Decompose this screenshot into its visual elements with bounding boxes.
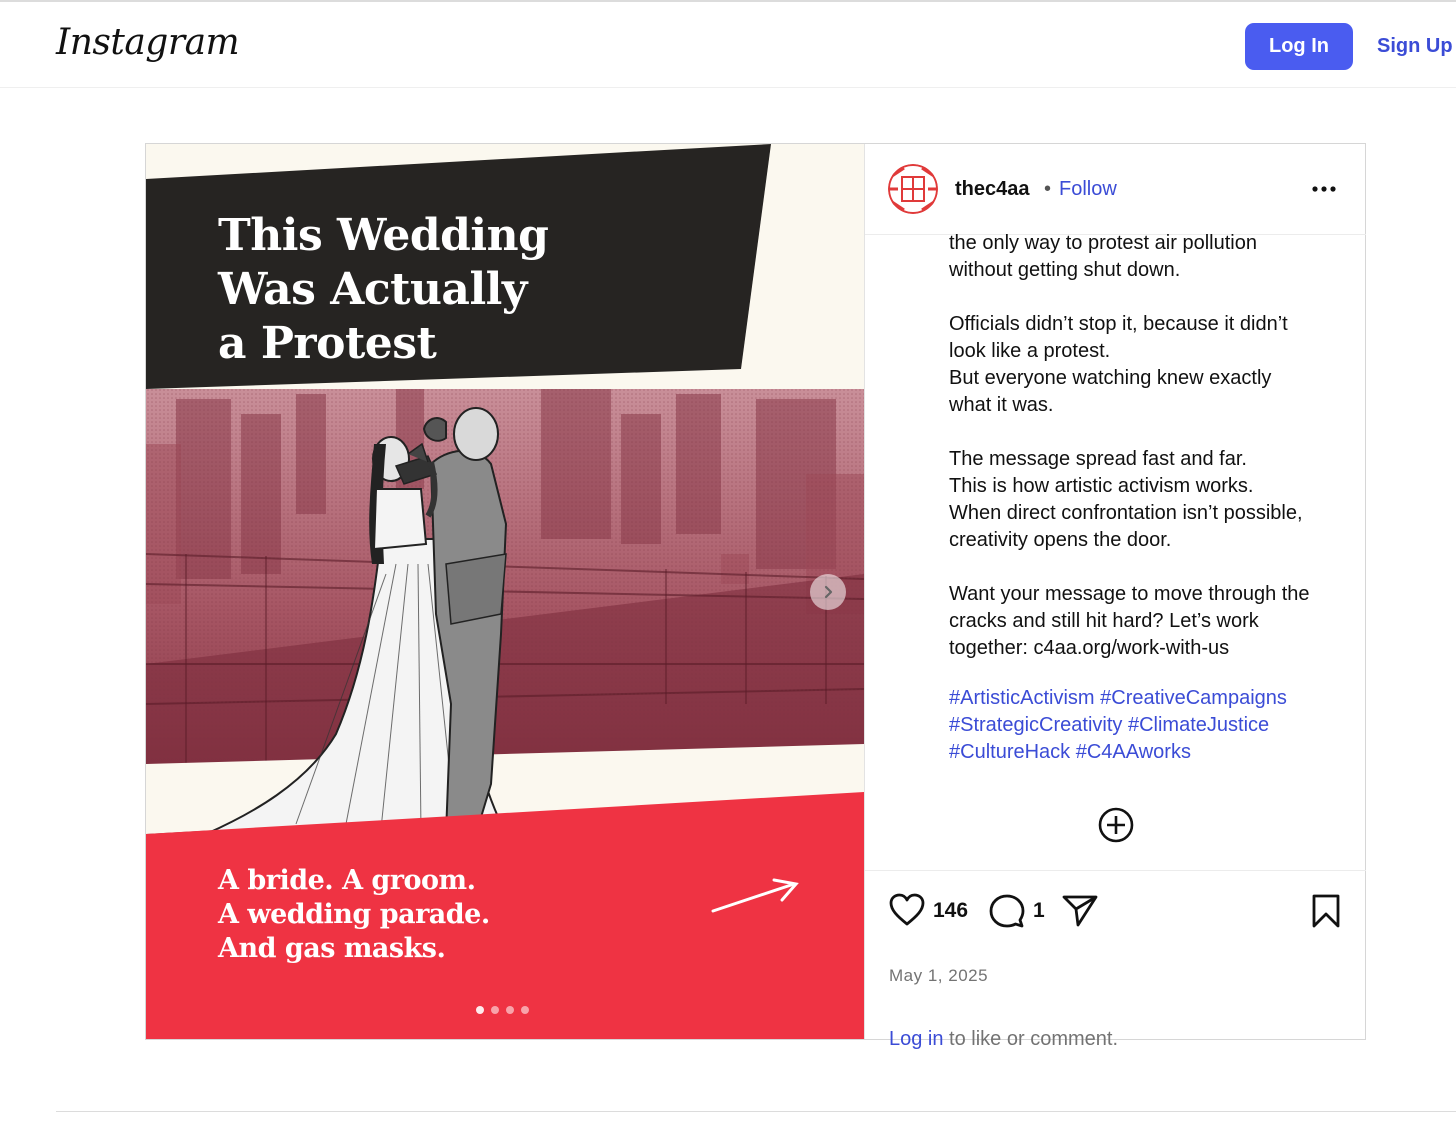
chevron-right-icon: [824, 585, 833, 599]
hashtag-link[interactable]: #CultureHack: [949, 741, 1070, 763]
caption-line: together: c4aa.org/work-with-us: [949, 637, 1230, 659]
separator-dot: •: [1044, 178, 1052, 200]
subline-line: And gas masks.: [218, 933, 446, 964]
carousel-dot: [506, 1006, 514, 1014]
hashtag-link[interactable]: #C4AAworks: [1076, 741, 1191, 763]
caption-line: When direct confrontation isn’t possible…: [949, 502, 1303, 524]
caption-line: But everyone watching knew exactly: [949, 367, 1272, 389]
plus-circle-icon: [1098, 807, 1134, 843]
post-card: This Wedding Was Actually a Protest A br…: [145, 143, 1366, 1050]
bookmark-icon: [1312, 894, 1340, 928]
caption-line: Want your message to move through the: [949, 583, 1310, 605]
post-subline: A bride. A groom. A wedding parade. And …: [218, 864, 638, 966]
caption-paragraph: The message spread fast and far. This is…: [949, 446, 1359, 554]
login-prompt: Log in to like or comment.: [889, 1028, 1118, 1051]
carousel-dot: [491, 1006, 499, 1014]
top-bar: Instagram Log In Sign Up: [0, 0, 1456, 88]
subline-line: A bride. A groom.: [218, 865, 476, 896]
carousel-next-button[interactable]: [810, 574, 846, 610]
c4aa-logo-icon: [888, 164, 938, 214]
avatar[interactable]: [888, 164, 938, 214]
post-actions: 146 1 May 1, 2025 Log in to like or comm…: [865, 870, 1366, 1050]
login-link[interactable]: Log in: [889, 1028, 944, 1050]
caption-line: the only way to protest air pollution: [949, 232, 1257, 254]
hashtag-line: #ArtisticActivism #CreativeCampaigns: [949, 685, 1359, 712]
heart-icon: [889, 893, 925, 926]
more-horizontal-icon: [1312, 186, 1336, 192]
post-caption: the only way to protest air pollution wi…: [949, 230, 1359, 689]
caption-line: what it was.: [949, 394, 1054, 416]
send-icon: [1062, 895, 1098, 927]
login-button[interactable]: Log In: [1245, 23, 1353, 70]
caption-line: Officials didn’t stop it, because it did…: [949, 313, 1288, 335]
post-image[interactable]: This Wedding Was Actually a Protest A br…: [146, 144, 864, 1039]
hashtag-line: #CultureHack #C4AAworks: [949, 739, 1359, 766]
headline-line: Was Actually: [218, 264, 527, 315]
hashtag-link[interactable]: #CreativeCampaigns: [1100, 687, 1287, 709]
follow-button[interactable]: Follow: [1059, 178, 1117, 201]
hashtag-line: #StrategicCreativity #ClimateJustice: [949, 712, 1359, 739]
headline-line: a Protest: [218, 318, 437, 369]
hashtag-link[interactable]: #StrategicCreativity: [949, 714, 1122, 736]
instagram-logo[interactable]: Instagram: [56, 22, 240, 63]
like-button[interactable]: [889, 893, 925, 932]
caption-paragraph: the only way to protest air pollution wi…: [949, 230, 1359, 284]
more-options-button[interactable]: [1309, 176, 1339, 202]
carousel-dot: [476, 1006, 484, 1014]
signup-link[interactable]: Sign Up: [1377, 35, 1453, 58]
caption-line: The message spread fast and far.: [949, 448, 1247, 470]
comment-count[interactable]: 1: [1033, 899, 1045, 923]
share-button[interactable]: [1062, 893, 1098, 932]
post-header: thec4aa • Follow: [865, 144, 1366, 235]
post-date: May 1, 2025: [889, 966, 989, 985]
carousel-dot: [521, 1006, 529, 1014]
login-prompt-text: to like or comment.: [943, 1028, 1119, 1050]
hashtag-link[interactable]: #ArtisticActivism: [949, 687, 1095, 709]
caption-paragraph: Officials didn’t stop it, because it did…: [949, 311, 1359, 419]
caption-line: look like a protest.: [949, 340, 1111, 362]
caption-line: creativity opens the door.: [949, 529, 1172, 551]
comment-button[interactable]: [989, 893, 1025, 934]
caption-line: without getting shut down.: [949, 259, 1181, 281]
carousel-dots: [476, 1006, 529, 1014]
post-headline: This Wedding Was Actually a Protest: [218, 209, 638, 371]
hashtag-link[interactable]: #ClimateJustice: [1128, 714, 1269, 736]
caption-line: cracks and still hit hard? Let’s work: [949, 610, 1259, 632]
caption-paragraph: Want your message to move through the cr…: [949, 581, 1359, 662]
headline-line: This Wedding: [218, 210, 549, 261]
hashtag-list: #ArtisticActivism #CreativeCampaigns #St…: [949, 685, 1359, 766]
caption-line: This is how artistic activism works.: [949, 475, 1254, 497]
author-username[interactable]: thec4aa: [955, 178, 1030, 201]
subline-line: A wedding parade.: [218, 899, 490, 930]
load-more-comments-button[interactable]: [1097, 806, 1135, 844]
save-button[interactable]: [1311, 893, 1341, 934]
comment-icon: [989, 894, 1025, 928]
like-count[interactable]: 146: [933, 899, 968, 923]
post-sidebar: thec4aa • Follow the only way to protest…: [864, 144, 1366, 1050]
footer-divider: [56, 1111, 1456, 1112]
